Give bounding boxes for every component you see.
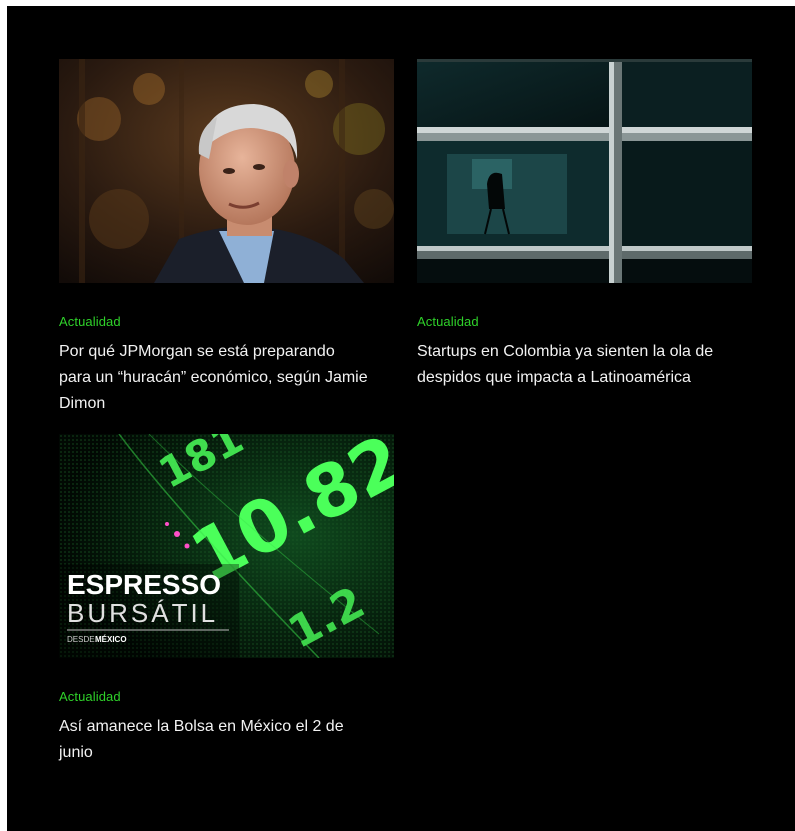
article-title[interactable]: Así amanece la Bolsa en México el 2 de j… <box>59 714 369 766</box>
article-category[interactable]: Actualidad <box>417 314 479 329</box>
article-card[interactable]: 181 10.82 1.2 ESPRESSO BURSÁTIL DESDE MÉ… <box>59 434 394 774</box>
article-category[interactable]: Actualidad <box>59 689 121 704</box>
espresso-logo-line3a: DESDE <box>67 635 95 644</box>
article-image-office[interactable] <box>417 59 752 283</box>
article-card[interactable]: Actualidad Startups en Colombia ya sient… <box>417 59 752 429</box>
article-image-espresso-bursatil[interactable]: 181 10.82 1.2 ESPRESSO BURSÁTIL DESDE MÉ… <box>59 434 394 658</box>
espresso-logo-line3b: MÉXICO <box>95 635 127 644</box>
article-title[interactable]: Startups en Colombia ya sienten la ola d… <box>417 339 727 391</box>
article-card[interactable]: Actualidad Por qué JPMorgan se está prep… <box>59 59 394 429</box>
espresso-logo-line2: BURSÁTIL <box>67 598 218 628</box>
article-image-portrait[interactable] <box>59 59 394 283</box>
article-title[interactable]: Por qué JPMorgan se está preparando para… <box>59 339 369 417</box>
article-category[interactable]: Actualidad <box>59 314 121 329</box>
news-panel: Actualidad Por qué JPMorgan se está prep… <box>7 6 795 831</box>
espresso-logo-line1: ESPRESSO <box>67 569 221 600</box>
